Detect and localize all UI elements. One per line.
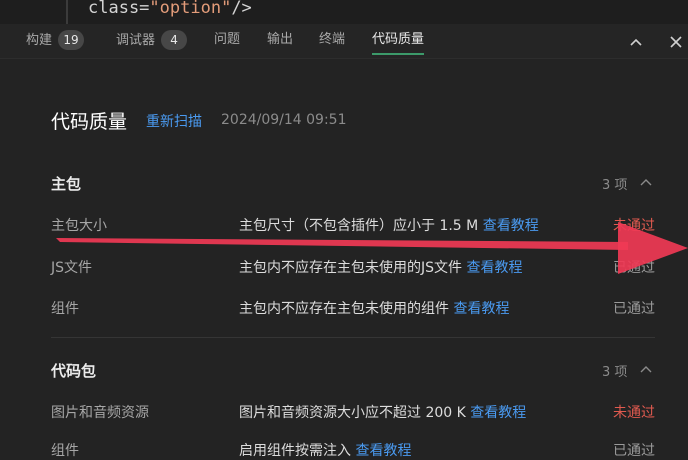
tutorial-link[interactable]: 查看教程 bbox=[483, 218, 539, 234]
row-description: 主包尺寸（不包含插件）应小于 1.5 M 查看教程 bbox=[239, 218, 539, 234]
code-line[interactable]: class="option"/> bbox=[88, 0, 252, 18]
row-name: 图片和音频资源 bbox=[51, 405, 149, 421]
section-title-code-package: 代码包 bbox=[51, 362, 97, 380]
row-description: 图片和音频资源大小应不超过 200 K 查看教程 bbox=[239, 405, 527, 421]
row-description: 启用组件按需注入 查看教程 bbox=[239, 443, 412, 459]
tab-code-quality[interactable]: 代码质量 bbox=[372, 30, 425, 55]
rescan-link[interactable]: 重新扫描 bbox=[146, 111, 202, 131]
section-divider bbox=[51, 337, 655, 338]
tutorial-link[interactable]: 查看教程 bbox=[466, 260, 522, 276]
row-name: JS文件 bbox=[51, 260, 93, 276]
tab-terminal[interactable]: 终端 bbox=[319, 30, 345, 54]
row-name: 组件 bbox=[51, 443, 79, 459]
code-editor-strip: class="option"/> bbox=[0, 0, 688, 24]
status-badge: 已通过 bbox=[613, 443, 655, 459]
row-name: 主包大小 bbox=[51, 218, 107, 234]
page-title: 代码质量 bbox=[51, 111, 128, 133]
tab-badge: 4 bbox=[161, 30, 188, 50]
row-name: 组件 bbox=[51, 301, 79, 317]
panel-tab-bar: 构建 19 调试器 4 问题 输出 终端 代码质量 bbox=[0, 24, 688, 59]
tab-output[interactable]: 输出 bbox=[267, 30, 293, 54]
chevron-up-icon[interactable] bbox=[628, 34, 644, 50]
section-count[interactable]: 3 项 bbox=[602, 361, 627, 380]
tab-problems[interactable]: 问题 bbox=[214, 30, 240, 54]
section-title-main-package: 主包 bbox=[51, 175, 82, 193]
tab-debugger[interactable]: 调试器 4 bbox=[116, 30, 188, 54]
tutorial-link[interactable]: 查看教程 bbox=[453, 301, 509, 317]
status-badge: 已通过 bbox=[613, 301, 655, 317]
status-badge: 未通过 bbox=[613, 218, 655, 234]
chevron-up-icon[interactable] bbox=[639, 176, 653, 188]
row-description: 主包内不应存在主包未使用的JS文件 查看教程 bbox=[239, 260, 523, 276]
chevron-up-icon[interactable] bbox=[639, 363, 653, 375]
close-icon[interactable] bbox=[668, 34, 684, 50]
row-description: 主包内不应存在主包未使用的组件 查看教程 bbox=[239, 301, 510, 317]
scan-timestamp: 2024/09/14 09:51 bbox=[221, 112, 347, 128]
section-count[interactable]: 3 项 bbox=[602, 174, 627, 193]
tab-build[interactable]: 构建 19 bbox=[26, 30, 85, 54]
tutorial-link[interactable]: 查看教程 bbox=[470, 405, 526, 421]
tutorial-link[interactable]: 查看教程 bbox=[355, 443, 411, 459]
tab-badge: 19 bbox=[58, 30, 85, 50]
status-badge: 未通过 bbox=[613, 405, 655, 421]
editor-indent-guide bbox=[66, 0, 68, 24]
status-badge: 已通过 bbox=[613, 260, 655, 276]
